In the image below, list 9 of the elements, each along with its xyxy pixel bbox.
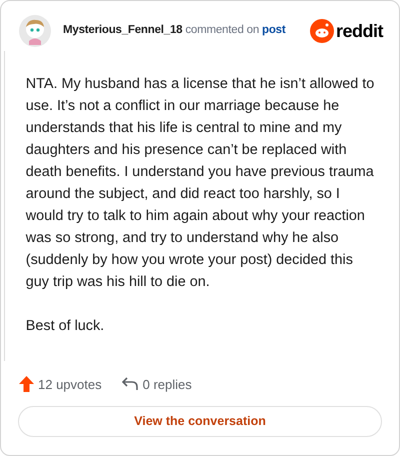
comment-action: commented on [185,23,260,38]
view-conversation-button[interactable]: View the conversation [18,406,382,437]
comment-paragraph: NTA. My husband has a license that he isn’t allowed to use. It’s not a conflict in our marriage because he understands that his life is central to mine and my daughters and his presence can’t be replaced with death benefits. I understand you have previous trauma around the subject, and did react too harshly, so I would try to talk to him again about why your reaction was so strong, and try to understand why he also (suddenly by how you wrote your post) decided this guy trip was his hill to die on. [26,75,376,292]
brand-name: reddit [336,20,383,42]
upvote-count: 12 upvotes [38,376,102,394]
reply-count: 0 replies [142,376,192,394]
username[interactable]: Mysterious_Fennel_18 [63,22,182,40]
comment-paragraph: Best of luck. [26,317,106,336]
post-link[interactable]: post [262,22,286,40]
